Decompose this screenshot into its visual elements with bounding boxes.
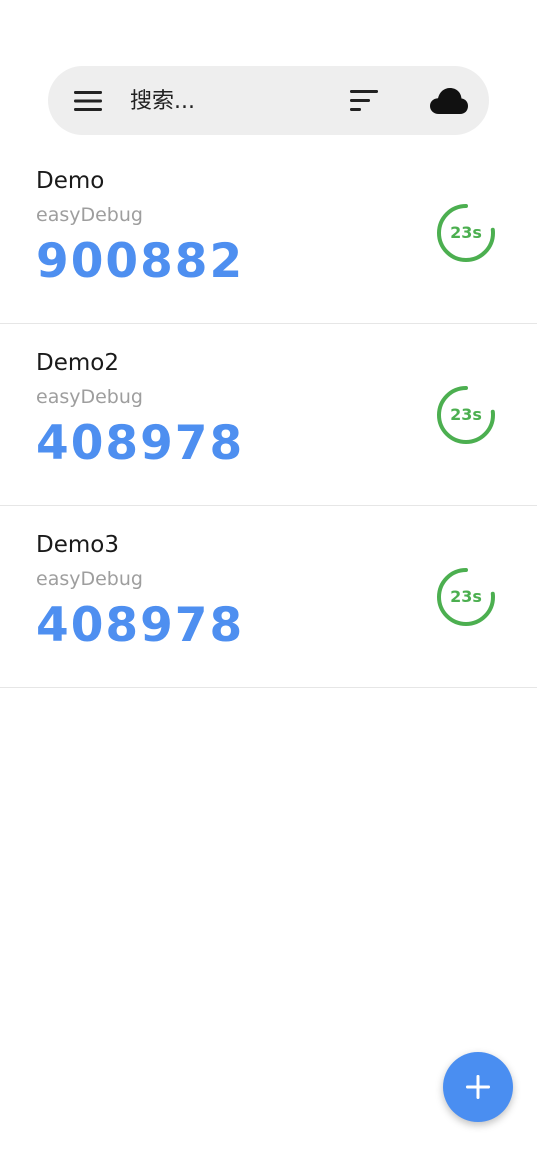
otp-code[interactable]: 408978 <box>36 598 244 653</box>
countdown-timer: 23s <box>436 567 496 627</box>
app-root: Demo easyDebug 900882 23s Demo2 easyDebu… <box>0 0 537 1169</box>
countdown-timer: 23s <box>436 203 496 263</box>
account-issuer: easyDebug <box>36 204 143 226</box>
account-row[interactable]: Demo easyDebug 900882 23s <box>0 142 537 324</box>
otp-code[interactable]: 408978 <box>36 416 244 471</box>
account-name: Demo <box>36 168 105 194</box>
cloud-icon[interactable] <box>430 86 468 116</box>
otp-code[interactable]: 900882 <box>36 234 244 289</box>
account-list: Demo easyDebug 900882 23s Demo2 easyDebu… <box>0 142 537 688</box>
account-name: Demo3 <box>36 532 119 558</box>
search-bar[interactable] <box>48 66 489 135</box>
menu-icon[interactable] <box>74 91 102 111</box>
plus-icon <box>466 1075 490 1099</box>
countdown-label: 23s <box>450 405 482 424</box>
account-name: Demo2 <box>36 350 119 376</box>
countdown-label: 23s <box>450 587 482 606</box>
countdown-timer: 23s <box>436 385 496 445</box>
account-row[interactable]: Demo2 easyDebug 408978 23s <box>0 324 537 506</box>
account-issuer: easyDebug <box>36 386 143 408</box>
add-account-button[interactable] <box>443 1052 513 1122</box>
sort-icon[interactable] <box>350 90 380 112</box>
search-input[interactable] <box>130 82 330 120</box>
account-issuer: easyDebug <box>36 568 143 590</box>
countdown-label: 23s <box>450 223 482 242</box>
account-row[interactable]: Demo3 easyDebug 408978 23s <box>0 506 537 688</box>
